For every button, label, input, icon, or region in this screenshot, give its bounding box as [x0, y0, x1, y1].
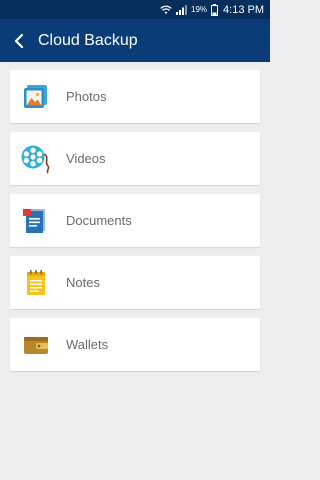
list-item-label: Videos	[66, 151, 106, 166]
wifi-icon	[160, 5, 172, 15]
list-item-photos[interactable]: Photos	[10, 70, 260, 123]
status-bar: 19% 4:13 PM	[0, 0, 270, 19]
clock: 4:13 PM	[223, 3, 264, 16]
list-item-label: Wallets	[66, 337, 109, 352]
document-icon	[10, 194, 62, 247]
list-item-label: Photos	[66, 89, 107, 104]
photos-icon	[10, 70, 62, 123]
list-item-label: Notes	[66, 275, 100, 290]
battery-icon	[211, 3, 219, 16]
list-item-label: Documents	[66, 213, 132, 228]
wallet-icon	[10, 318, 62, 371]
list-item-documents[interactable]: Documents	[10, 194, 260, 247]
list-item-videos[interactable]: Videos	[10, 132, 260, 185]
app-bar: Cloud Backup	[0, 19, 270, 62]
film-reel-icon	[10, 132, 62, 185]
page-title: Cloud Backup	[38, 31, 138, 49]
chevron-left-icon	[14, 33, 24, 48]
list-item-notes[interactable]: Notes	[10, 256, 260, 309]
back-button[interactable]	[2, 19, 36, 62]
notepad-icon	[10, 256, 62, 309]
signal-icon	[176, 4, 188, 15]
backup-list: Photos Videos Documents Notes Wallets	[10, 70, 260, 380]
list-item-wallets[interactable]: Wallets	[10, 318, 260, 371]
battery-percent: 19%	[191, 5, 208, 14]
